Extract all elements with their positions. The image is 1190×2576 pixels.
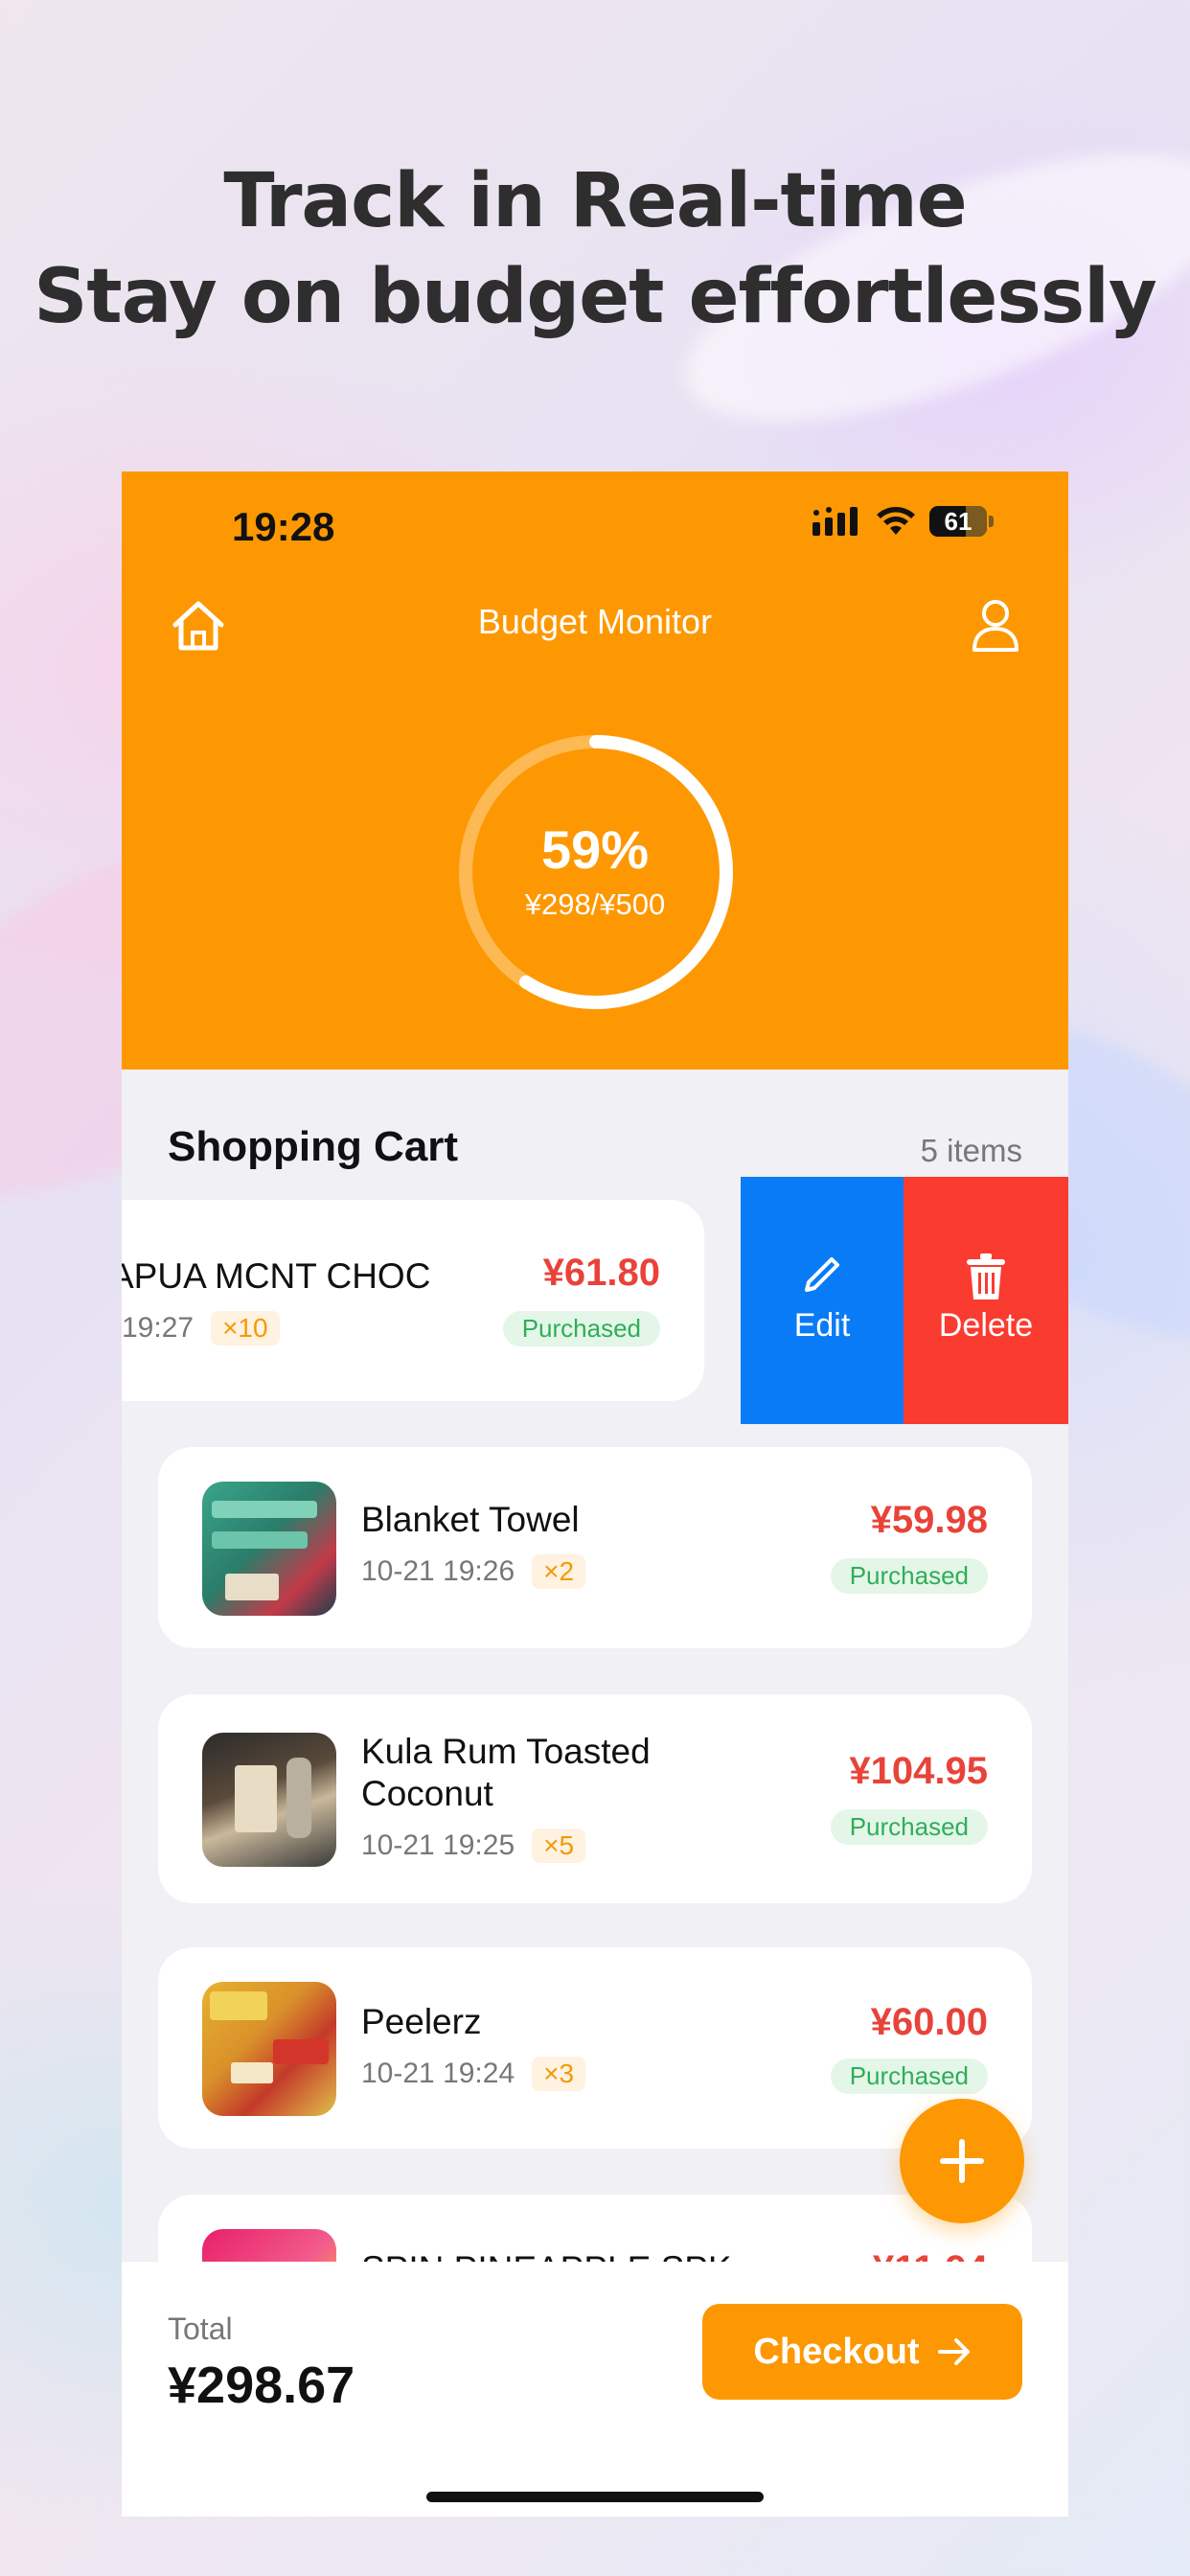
battery-cap (989, 516, 994, 527)
pencil-icon (805, 1257, 839, 1292)
signal-icon (812, 507, 858, 536)
item-name: Peelerz (361, 2002, 482, 2041)
item-status-badge: Purchased (502, 1311, 660, 1346)
cart-item[interactable]: Kula Rum Toasted Coconut 10-21 19:25 ×5 … (158, 1694, 1032, 1903)
product-image (202, 1982, 336, 2116)
status-icons: 61 (812, 506, 994, 537)
marketing-headline: Track in Real-time Stay on budget effort… (0, 153, 1190, 345)
status-time: 19:28 (232, 504, 335, 549)
cart-item-count: 5 items (920, 1133, 1022, 1168)
cart-item-swiped[interactable]: APUA MCNT CHOC 19:27 ×10 ¥61.80 Purchase… (122, 1200, 704, 1401)
item-quantity: ×2 (532, 1554, 586, 1589)
edit-button[interactable]: Edit (741, 1177, 904, 1424)
home-indicator (426, 2492, 764, 2502)
product-image (202, 1733, 336, 1867)
product-image (202, 1482, 336, 1616)
budget-header: 19:28 61 Budget Monitor 59% ¥298/¥500 (122, 472, 1068, 1070)
item-quantity: ×5 (532, 1828, 586, 1863)
total-label: Total (168, 2312, 233, 2346)
plus-icon (940, 2139, 984, 2183)
item-meta: 10-21 19:25 ×5 (361, 1828, 586, 1863)
item-time: 10-21 19:26 (361, 1555, 515, 1587)
item-price: ¥60.00 (870, 2001, 988, 2043)
edit-label: Edit (793, 1307, 851, 1344)
battery-icon: 61 (929, 506, 987, 537)
wifi-icon (877, 507, 915, 535)
delete-button[interactable]: Delete (904, 1177, 1068, 1424)
item-price: ¥104.95 (849, 1750, 988, 1792)
checkout-footer: Total ¥298.67 Checkout (122, 2262, 1068, 2517)
item-meta: 19:27 ×10 (122, 1311, 280, 1346)
budget-percent: 59% (540, 819, 650, 880)
budget-amount: ¥298/¥500 (524, 887, 666, 921)
headline-line-1: Track in Real-time (223, 158, 967, 244)
item-name-line-2: Coconut (361, 1774, 493, 1813)
trash-icon (967, 1254, 1005, 1300)
item-price: ¥61.80 (542, 1252, 660, 1294)
item-meta: 10-21 19:24 ×3 (361, 2057, 586, 2091)
cart-title: Shopping Cart (168, 1123, 459, 1170)
arrow-right-icon (937, 2338, 970, 2365)
add-item-button[interactable] (900, 2099, 1024, 2223)
item-name: APUA MCNT CHOC (122, 1256, 431, 1296)
item-quantity: ×10 (211, 1311, 280, 1346)
item-time: 10-21 19:25 (361, 1829, 515, 1861)
item-quantity: ×3 (532, 2057, 586, 2091)
checkout-button[interactable]: Checkout (702, 2304, 1022, 2400)
item-status-badge: Purchased (830, 1558, 988, 1594)
item-time: 10-21 19:24 (361, 2058, 515, 2089)
item-name: Kula Rum Toasted Coconut (361, 1731, 651, 1815)
item-price: ¥59.98 (870, 1499, 988, 1541)
user-icon[interactable] (971, 598, 1020, 652)
item-name-line-1: Kula Rum Toasted (361, 1732, 651, 1771)
item-meta: 10-21 19:26 ×2 (361, 1554, 586, 1589)
item-status-badge: Purchased (830, 2058, 988, 2094)
checkout-label: Checkout (753, 2331, 920, 2372)
item-status-badge: Purchased (830, 1809, 988, 1845)
cart-item[interactable]: Blanket Towel 10-21 19:26 ×2 ¥59.98 Purc… (158, 1447, 1032, 1648)
item-name: Blanket Towel (361, 1500, 580, 1539)
total-value: ¥298.67 (168, 2357, 355, 2414)
page-title: Budget Monitor (477, 602, 713, 641)
headline-line-2: Stay on budget effortlessly (34, 254, 1157, 340)
battery-level: 61 (944, 507, 973, 536)
phone-screen: 19:28 61 Budget Monitor 59% ¥298/¥500 Sh… (122, 472, 1068, 2517)
item-time: 19:27 (122, 1312, 195, 1344)
delete-label: Delete (938, 1307, 1034, 1344)
